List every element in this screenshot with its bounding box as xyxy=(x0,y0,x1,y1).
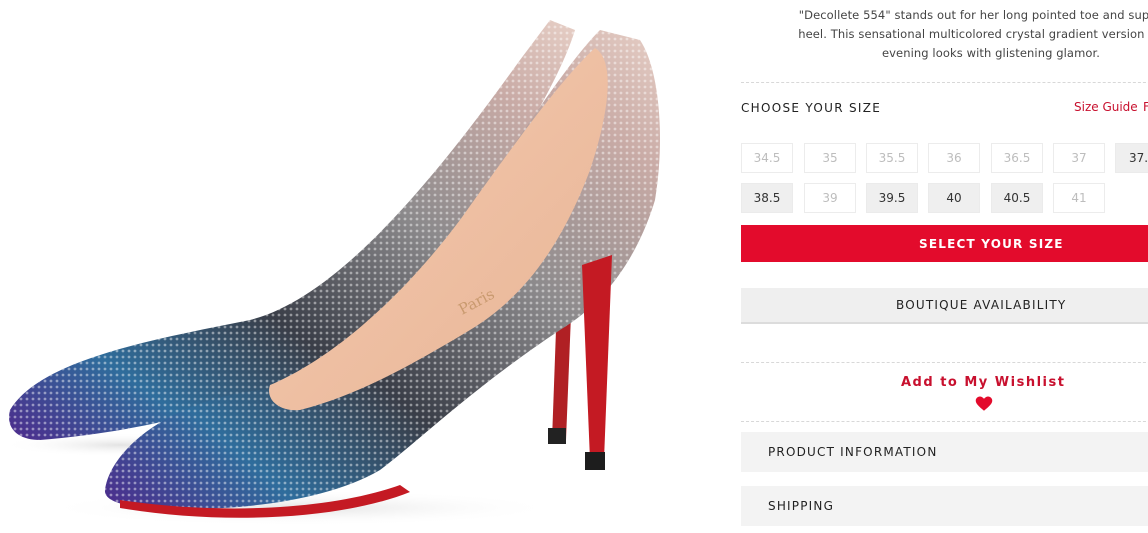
description-line: "Decollete 554" stands out for her long … xyxy=(798,8,1148,22)
product-information-accordion[interactable]: PRODUCT INFORMATION xyxy=(741,432,1148,472)
size-option[interactable]: 35.5 xyxy=(866,143,918,173)
product-image[interactable]: Paris xyxy=(0,0,720,533)
size-option[interactable]: 37 xyxy=(1053,143,1105,173)
divider xyxy=(741,421,1148,422)
description-line: heel. This sensational multicolored crys… xyxy=(798,27,1148,41)
shipping-accordion[interactable]: SHIPPING xyxy=(741,486,1148,526)
size-heading: CHOOSE YOUR SIZE xyxy=(741,101,882,115)
size-option[interactable]: 34.5 xyxy=(741,143,793,173)
product-details-panel: "Decollete 554" stands out for her long … xyxy=(741,0,1148,533)
shoe-illustration: Paris xyxy=(0,20,660,526)
accordion-label: PRODUCT INFORMATION xyxy=(768,445,938,459)
boutique-availability-button[interactable]: BOUTIQUE AVAILABILITY xyxy=(741,288,1148,324)
size-option[interactable]: 39 xyxy=(804,183,856,213)
product-description: "Decollete 554" stands out for her long … xyxy=(741,6,1148,63)
size-option[interactable]: 40 xyxy=(928,183,980,213)
select-size-button[interactable]: SELECT YOUR SIZE xyxy=(741,225,1148,262)
size-option[interactable]: 36.5 xyxy=(991,143,1043,173)
size-option[interactable]: 37. xyxy=(1115,143,1148,173)
description-line: evening looks with glistening glamor. xyxy=(881,46,1101,60)
add-to-wishlist-link[interactable]: Add to My Wishlist xyxy=(901,375,1065,390)
size-option[interactable]: 38.5 xyxy=(741,183,793,213)
secondary-link[interactable]: F xyxy=(1143,100,1148,114)
size-option[interactable]: 39.5 xyxy=(866,183,918,213)
size-option[interactable]: 35 xyxy=(804,143,856,173)
accordion-label: SHIPPING xyxy=(768,499,835,513)
divider xyxy=(741,82,1148,83)
size-option[interactable]: 40.5 xyxy=(991,183,1043,213)
size-option[interactable]: 41 xyxy=(1053,183,1105,213)
divider xyxy=(741,362,1148,363)
heart-icon[interactable] xyxy=(975,395,993,413)
size-guide-link[interactable]: Size Guide xyxy=(1074,100,1138,114)
size-option[interactable]: 36 xyxy=(928,143,980,173)
